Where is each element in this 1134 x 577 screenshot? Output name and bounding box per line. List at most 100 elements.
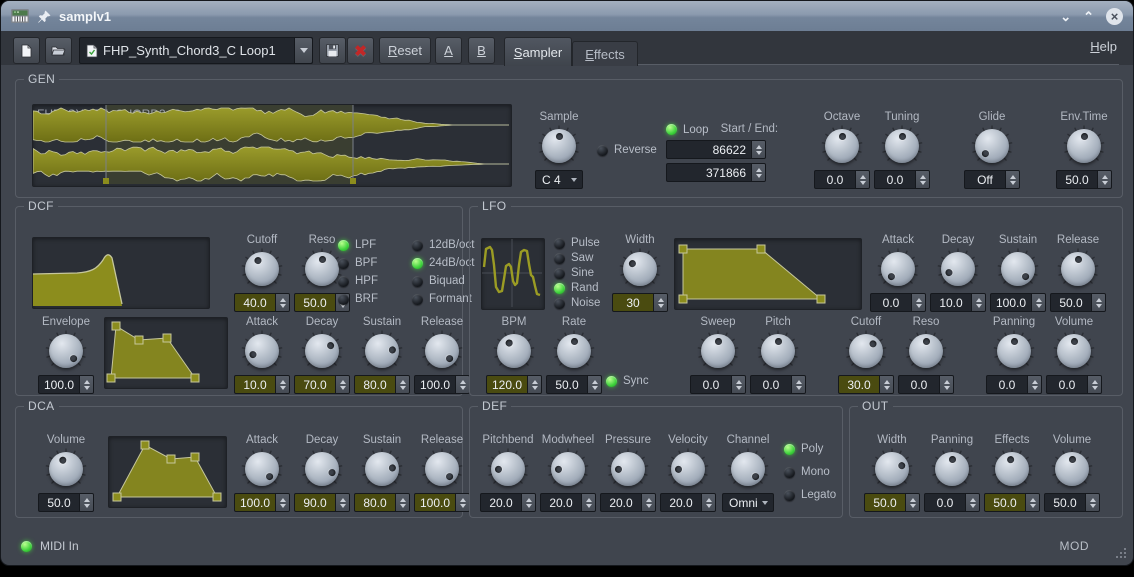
knob-envelope[interactable]: [44, 330, 88, 372]
radio-hpf[interactable]: HPF: [338, 275, 378, 287]
spinbox-arrows[interactable]: [521, 494, 535, 511]
radio-legato[interactable]: Legato: [784, 489, 836, 501]
attack-spinbox[interactable]: 0.0: [870, 293, 926, 312]
knob-attack[interactable]: [240, 330, 284, 372]
env-time-spinbox[interactable]: 50.0: [1056, 170, 1112, 189]
radio-reverse[interactable]: Reverse: [597, 144, 657, 156]
knob-cutoff[interactable]: [844, 330, 888, 372]
spinbox-arrows[interactable]: [911, 294, 925, 311]
release-spinbox[interactable]: 50.0: [1050, 293, 1106, 312]
knob-width[interactable]: [870, 448, 914, 490]
maximize-button[interactable]: ⌃: [1083, 10, 1094, 23]
tab-sampler[interactable]: Sampler: [504, 37, 572, 66]
knob-cutoff[interactable]: [240, 248, 284, 290]
spinbox-arrows[interactable]: [915, 171, 929, 188]
knob-panning[interactable]: [992, 330, 1036, 372]
knob-reso[interactable]: [904, 330, 948, 372]
knob-decay[interactable]: [300, 330, 344, 372]
cutoff-spinbox[interactable]: 40.0: [234, 293, 290, 312]
titlebar[interactable]: samplv1 ⌄ ⌃ ×: [1, 1, 1133, 32]
delete-preset-button[interactable]: ✖: [347, 37, 374, 64]
reso-spinbox[interactable]: 0.0: [898, 375, 954, 394]
decay-spinbox[interactable]: 10.0: [930, 293, 986, 312]
knob-modwheel[interactable]: [546, 448, 590, 490]
spinbox-arrows[interactable]: [1025, 494, 1039, 511]
knob-pressure[interactable]: [606, 448, 650, 490]
preset-combobox[interactable]: FHP_Synth_Chord3_C Loop1: [79, 37, 313, 64]
spinbox-arrows[interactable]: [731, 376, 745, 393]
attack-spinbox[interactable]: 10.0: [234, 375, 290, 394]
radio-formant[interactable]: Formant: [412, 293, 472, 305]
spinbox-arrows[interactable]: [751, 141, 765, 158]
knob-release[interactable]: [420, 448, 464, 490]
knob-env-time[interactable]: [1062, 125, 1106, 167]
spinbox-arrows[interactable]: [939, 376, 953, 393]
lfo-wave-display[interactable]: [481, 238, 545, 310]
spinbox-arrows[interactable]: [879, 376, 893, 393]
spinbox-arrows[interactable]: [905, 494, 919, 511]
spinbox-arrows[interactable]: [527, 376, 541, 393]
radio-lpf[interactable]: LPF: [338, 239, 376, 251]
decay-spinbox[interactable]: 90.0: [294, 493, 350, 512]
radio-loop[interactable]: Loop: [666, 124, 709, 136]
spinbox-arrows[interactable]: [395, 376, 409, 393]
spinbox-arrows[interactable]: [791, 376, 805, 393]
spinbox-arrows[interactable]: [79, 376, 93, 393]
radio-pulse[interactable]: Pulse: [554, 237, 600, 249]
pitchbend-spinbox[interactable]: 20.0: [480, 493, 536, 512]
knob-volume[interactable]: [1050, 448, 1094, 490]
bpm-spinbox[interactable]: 120.0: [486, 375, 542, 394]
width-spinbox[interactable]: 30: [612, 293, 668, 312]
knob-channel[interactable]: [726, 448, 770, 490]
spinbox-arrows[interactable]: [855, 171, 869, 188]
cutoff-spinbox[interactable]: 30.0: [838, 375, 894, 394]
radio-saw[interactable]: Saw: [554, 252, 593, 264]
new-preset-button[interactable]: [13, 37, 40, 64]
spinbox-arrows[interactable]: [641, 494, 655, 511]
glide-spinbox[interactable]: Off: [964, 170, 1020, 189]
knob-volume[interactable]: [1052, 330, 1096, 372]
spinbox-arrows[interactable]: [1031, 294, 1045, 311]
knob-attack[interactable]: [240, 448, 284, 490]
volume-spinbox[interactable]: 0.0: [1046, 375, 1102, 394]
knob-bpm[interactable]: [492, 330, 536, 372]
panning-spinbox[interactable]: 0.0: [924, 493, 980, 512]
spinbox-arrows[interactable]: [701, 494, 715, 511]
tab-effects[interactable]: Effects: [572, 41, 638, 66]
sample-knob[interactable]: [537, 125, 581, 167]
knob-release[interactable]: [420, 330, 464, 372]
spinbox-arrows[interactable]: [455, 494, 469, 511]
knob-sustain[interactable]: [996, 248, 1040, 290]
knob-sustain[interactable]: [360, 330, 404, 372]
spinbox-arrows[interactable]: [1097, 171, 1111, 188]
pressure-spinbox[interactable]: 20.0: [600, 493, 656, 512]
modwheel-spinbox[interactable]: 20.0: [540, 493, 596, 512]
resize-grip[interactable]: [1114, 546, 1126, 558]
open-preset-button[interactable]: [45, 37, 72, 64]
channel-combobox[interactable]: Omni: [722, 493, 774, 512]
dca-envelope-display[interactable]: [108, 436, 227, 508]
sustain-spinbox[interactable]: 80.0: [354, 493, 410, 512]
spinbox-arrows[interactable]: [455, 376, 469, 393]
radio-24db-oct[interactable]: 24dB/oct: [412, 257, 474, 269]
octave-spinbox[interactable]: 0.0: [814, 170, 870, 189]
knob-rate[interactable]: [552, 330, 596, 372]
knob-volume[interactable]: [44, 448, 88, 490]
radio-sine[interactable]: Sine: [554, 267, 594, 279]
knob-attack[interactable]: [876, 248, 920, 290]
spinbox-arrows[interactable]: [275, 494, 289, 511]
knob-octave[interactable]: [820, 125, 864, 167]
knob-pitchbend[interactable]: [486, 448, 530, 490]
preset-dropdown-button[interactable]: [294, 38, 312, 63]
save-preset-button[interactable]: [319, 37, 346, 64]
velocity-spinbox[interactable]: 20.0: [660, 493, 716, 512]
pitch-spinbox[interactable]: 0.0: [750, 375, 806, 394]
knob-sweep[interactable]: [696, 330, 740, 372]
decay-spinbox[interactable]: 70.0: [294, 375, 350, 394]
knob-velocity[interactable]: [666, 448, 710, 490]
radio-12db-oct[interactable]: 12dB/oct: [412, 239, 474, 251]
spinbox-arrows[interactable]: [79, 494, 93, 511]
knob-decay[interactable]: [936, 248, 980, 290]
knob-pitch[interactable]: [756, 330, 800, 372]
knob-effects[interactable]: [990, 448, 1034, 490]
